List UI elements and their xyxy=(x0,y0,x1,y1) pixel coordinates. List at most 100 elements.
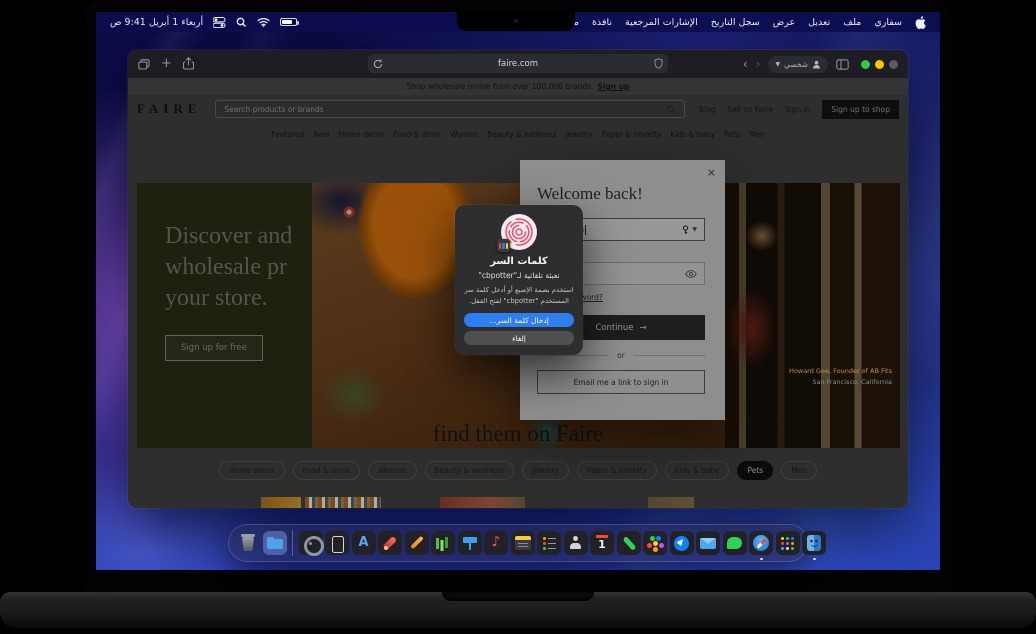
hero-caption: Howard Gee, Founder of AB Fits San Franc… xyxy=(789,366,892,388)
reminders-icon[interactable] xyxy=(537,531,561,555)
settings-icon[interactable] xyxy=(298,531,324,556)
battery-icon[interactable] xyxy=(280,18,300,26)
category-pill[interactable]: Beauty & wellness xyxy=(424,461,514,480)
category-link[interactable]: Home decor xyxy=(339,130,385,139)
category-pill[interactable]: Food & drink xyxy=(292,461,361,480)
apple-menu-icon[interactable] xyxy=(915,15,926,29)
touchid-title: كلمات السر xyxy=(490,256,548,267)
category-pill[interactable]: Kids & baby xyxy=(664,461,730,480)
photos-icon[interactable] xyxy=(643,531,667,555)
cancel-button[interactable]: إلغاء xyxy=(464,331,574,346)
find-my-icon[interactable] xyxy=(669,531,694,555)
music-icon[interactable] xyxy=(484,531,508,555)
menu-item[interactable]: عرض xyxy=(773,17,795,28)
category-link[interactable]: Jewelry xyxy=(565,130,592,139)
header-link[interactable]: Blog xyxy=(699,105,716,114)
category-pill[interactable]: Paper & novelty xyxy=(576,461,657,480)
category-link[interactable]: Paper & novelty xyxy=(602,130,662,139)
product-thumbnails xyxy=(128,497,908,508)
launchpad-icon[interactable] xyxy=(775,531,800,555)
address-bar[interactable]: faire.com xyxy=(368,54,668,73)
wifi-icon[interactable] xyxy=(257,17,270,27)
calendar-icon[interactable] xyxy=(590,531,614,555)
signup-to-shop-button[interactable]: Sign up to shop xyxy=(822,99,899,119)
menu-item[interactable]: الإشارات المرجعية xyxy=(625,17,698,28)
search-placeholder: Search products or brands xyxy=(224,104,324,114)
category-pill[interactable]: Women xyxy=(368,461,417,480)
numbers-icon[interactable] xyxy=(431,531,455,555)
category-link[interactable]: Beauty & wellness xyxy=(487,130,556,139)
close-button[interactable] xyxy=(889,59,898,69)
downloads-folder-icon[interactable] xyxy=(262,531,287,555)
close-icon[interactable]: × xyxy=(707,167,716,178)
new-tab-icon[interactable]: + xyxy=(161,57,172,70)
category-pill[interactable]: Home decor xyxy=(218,461,285,480)
search-icon[interactable] xyxy=(236,17,247,28)
url-text: faire.com xyxy=(498,58,538,69)
modal-title: Welcome back! xyxy=(537,184,643,203)
minimize-button[interactable] xyxy=(875,59,884,69)
banner-signup-link[interactable]: Sign up xyxy=(597,82,629,91)
category-link[interactable]: Kids & baby xyxy=(670,130,715,139)
menu-item[interactable]: سفاري xyxy=(874,17,902,28)
menu-item[interactable]: ملف xyxy=(843,17,861,28)
category-link[interactable]: New xyxy=(313,130,329,139)
safari-icon[interactable] xyxy=(749,531,773,560)
laptop-base xyxy=(0,592,1036,628)
enter-password-button[interactable]: إدخال كلمة السر… xyxy=(464,313,574,328)
control-center-icon[interactable] xyxy=(213,16,226,28)
touchid-body-line2: المستخدم "cbpotter" لفتح القفل. xyxy=(469,296,569,305)
category-link[interactable]: Men xyxy=(749,130,765,139)
keynote-icon[interactable] xyxy=(457,531,482,555)
sidebar-icon[interactable] xyxy=(836,55,849,74)
contacts-icon[interactable] xyxy=(563,531,588,555)
tab-overview-icon[interactable] xyxy=(138,55,150,74)
header-link[interactable]: Sign in xyxy=(785,105,811,114)
profile-label: شخصي xyxy=(784,59,808,69)
toolbar-right-cluster: ‹ › ▼ شخصي xyxy=(743,50,898,78)
faire-logo[interactable]: FAIRE xyxy=(137,101,201,117)
category-link[interactable]: Featured xyxy=(271,130,304,139)
category-link[interactable]: Pets xyxy=(724,130,740,139)
clock[interactable]: أربعاء 1 أبريل 9:41 ص xyxy=(110,17,203,28)
mail-icon[interactable] xyxy=(696,531,720,555)
profile-switcher[interactable]: ▼ شخصي xyxy=(768,55,828,73)
reload-icon[interactable] xyxy=(368,59,388,69)
header-link[interactable]: Sell on Faire xyxy=(727,105,773,114)
share-icon[interactable] xyxy=(182,55,194,74)
email-link-button[interactable]: Email me a link to sign in xyxy=(537,370,705,394)
zoom-button[interactable] xyxy=(861,59,870,69)
password-autofill-key-icon[interactable]: ▼ xyxy=(681,224,697,235)
messages-icon[interactable] xyxy=(722,531,747,555)
forward-button[interactable]: › xyxy=(756,58,761,70)
category-pill[interactable]: Pets xyxy=(737,461,774,480)
display-notch xyxy=(457,12,575,31)
trash-icon[interactable] xyxy=(236,531,260,555)
arrow-right-icon: → xyxy=(639,322,647,333)
hero-heading-line: your store. xyxy=(165,285,268,311)
menu-item[interactable]: تعديل xyxy=(808,17,830,28)
finder-icon[interactable] xyxy=(802,531,826,560)
phone-icon[interactable] xyxy=(616,531,641,555)
pages-icon[interactable] xyxy=(404,531,429,555)
rocket-icon[interactable] xyxy=(378,531,402,555)
search-input[interactable]: Search products or brands xyxy=(215,100,685,118)
chevron-down-icon: ▼ xyxy=(775,60,781,68)
hero-heading-line: Discover and xyxy=(165,223,293,249)
back-button[interactable]: ‹ xyxy=(743,58,748,70)
notes-icon[interactable] xyxy=(510,531,535,555)
show-password-eye-icon[interactable] xyxy=(685,269,697,278)
menu-item[interactable]: سجل التاريخ xyxy=(711,17,760,28)
privacy-shield-icon[interactable] xyxy=(648,58,668,69)
person-icon xyxy=(812,60,821,69)
category-pill[interactable]: Men xyxy=(781,461,818,480)
site-header: FAIRE Search products or brands Blog Sell… xyxy=(128,95,908,123)
app-store-icon[interactable] xyxy=(351,531,376,555)
category-link[interactable]: Women xyxy=(450,130,478,139)
signup-free-button[interactable]: Sign up for free xyxy=(165,335,263,361)
category-link[interactable]: Food & drink xyxy=(393,130,441,139)
toolbar-left-cluster: + xyxy=(138,50,194,78)
iphone-mirroring-icon[interactable] xyxy=(325,531,349,555)
menu-item[interactable]: نافذة xyxy=(592,17,612,28)
category-pill[interactable]: Jewelry xyxy=(521,461,569,480)
